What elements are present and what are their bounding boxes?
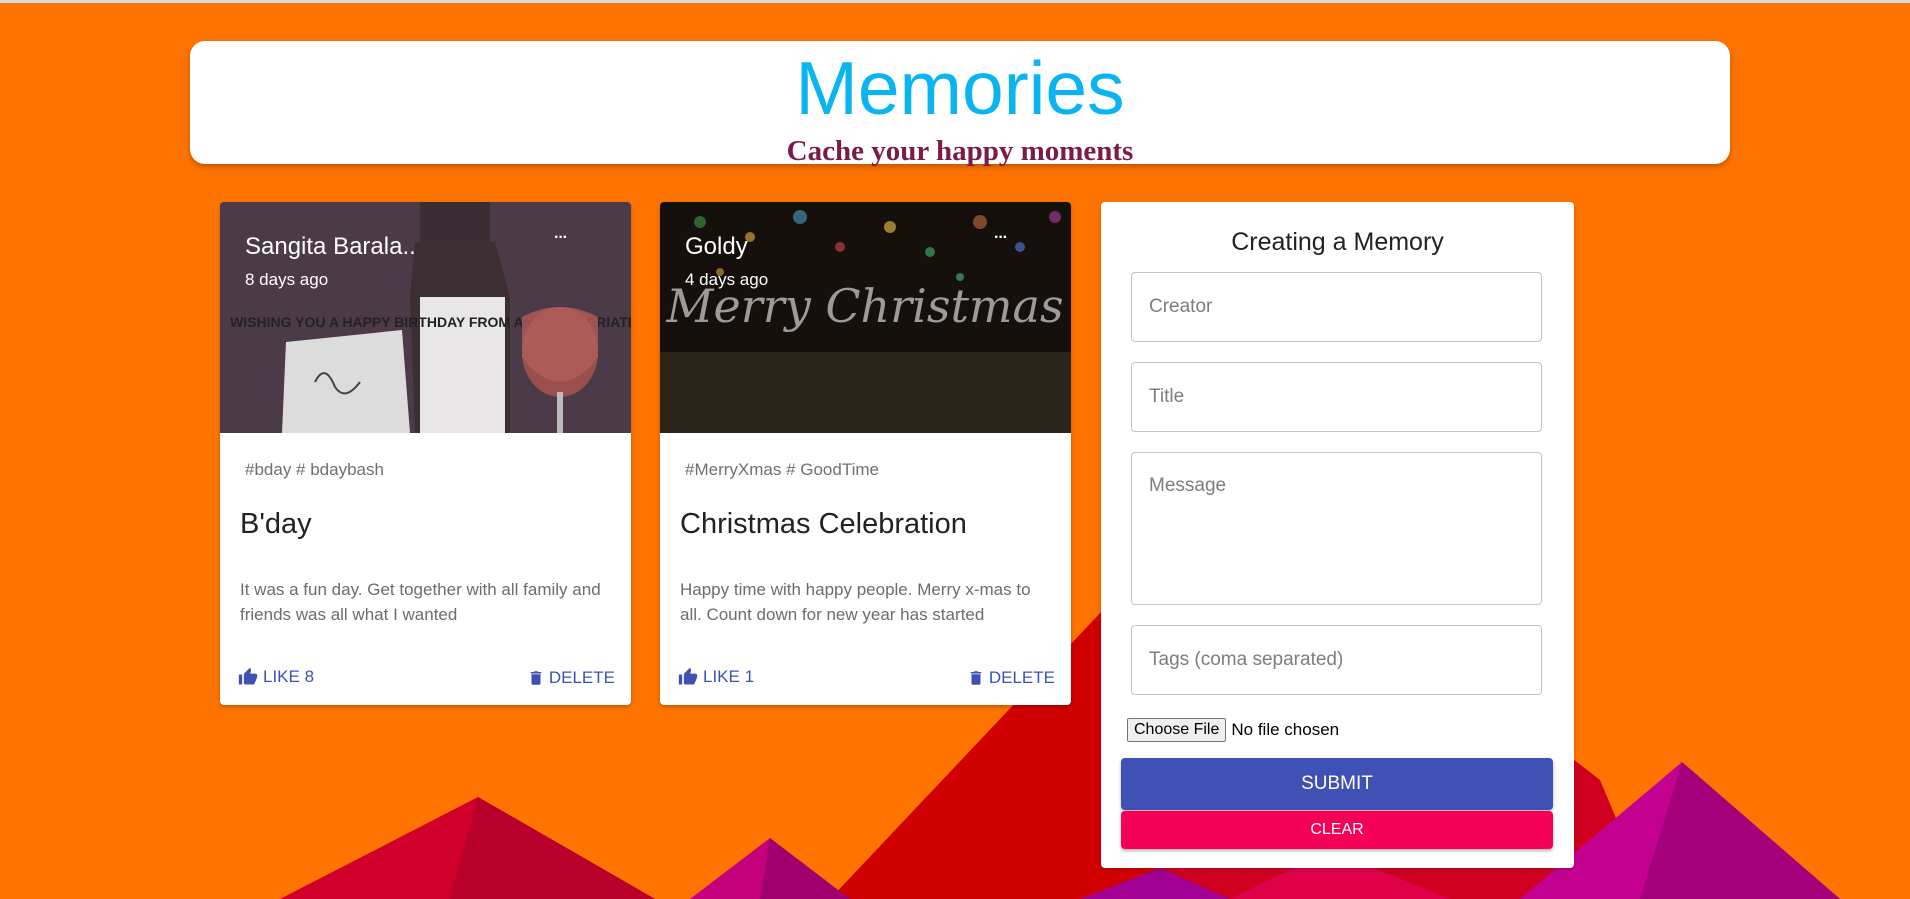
- memory-card: WISHING YOU A HAPPY BIRTHDAY FROM AN APP…: [220, 202, 631, 705]
- card-tags: #bday # bdaybash: [245, 460, 384, 479]
- trash-icon: [970, 671, 982, 685]
- card-title: B'day: [240, 508, 312, 540]
- more-options-icon[interactable]: ···: [554, 229, 568, 247]
- like-label: LIKE 8: [263, 667, 315, 686]
- title-input[interactable]: [1131, 362, 1542, 432]
- submit-button[interactable]: SUBMIT: [1121, 758, 1553, 810]
- card-message: It was a fun day. Get together with all …: [240, 580, 601, 624]
- delete-button[interactable]: DELETE: [527, 667, 615, 689]
- like-label: LIKE 1: [703, 667, 755, 686]
- app-subtitle: Cache your happy moments: [786, 135, 1134, 167]
- card-creator: Goldy: [685, 233, 748, 260]
- card-time: 8 days ago: [245, 270, 329, 289]
- tags-input[interactable]: [1131, 625, 1542, 695]
- choose-file-button[interactable]: Choose File: [1127, 718, 1227, 742]
- creator-input[interactable]: [1131, 272, 1542, 342]
- clear-button[interactable]: CLEAR: [1121, 811, 1553, 849]
- delete-label: DELETE: [988, 668, 1055, 687]
- app-header: Memories Cache your happy moments: [190, 41, 1730, 167]
- thumb-up-icon: [238, 667, 258, 685]
- delete-label: DELETE: [548, 668, 615, 687]
- like-button[interactable]: LIKE 8: [237, 667, 314, 687]
- card-creator: Sangita Barala..: [245, 233, 416, 260]
- delete-button[interactable]: DELETE: [967, 667, 1055, 689]
- form-title: Creating a Memory: [1231, 228, 1444, 256]
- card-title: Christmas Celebration: [680, 508, 967, 540]
- trash-icon: [530, 671, 542, 685]
- file-picker: Choose File No file chosen: [1127, 718, 1339, 742]
- thumb-up-icon: [678, 667, 698, 685]
- create-memory-form: Creating a Memory Choose File No file ch…: [1101, 202, 1574, 868]
- memory-card: Merry Christmas Goldy 4 days ago ··· #Me…: [660, 202, 1071, 705]
- app-title: Memories: [795, 46, 1125, 130]
- more-options-icon[interactable]: ···: [994, 229, 1008, 247]
- card-tags: #MerryXmas # GoodTime: [685, 460, 879, 479]
- file-status: No file chosen: [1231, 720, 1340, 739]
- card-time: 4 days ago: [685, 270, 769, 289]
- card-message: Happy time with happy people. Merry x-ma…: [680, 580, 1031, 624]
- like-button[interactable]: LIKE 1: [677, 667, 754, 687]
- message-input[interactable]: [1131, 452, 1542, 605]
